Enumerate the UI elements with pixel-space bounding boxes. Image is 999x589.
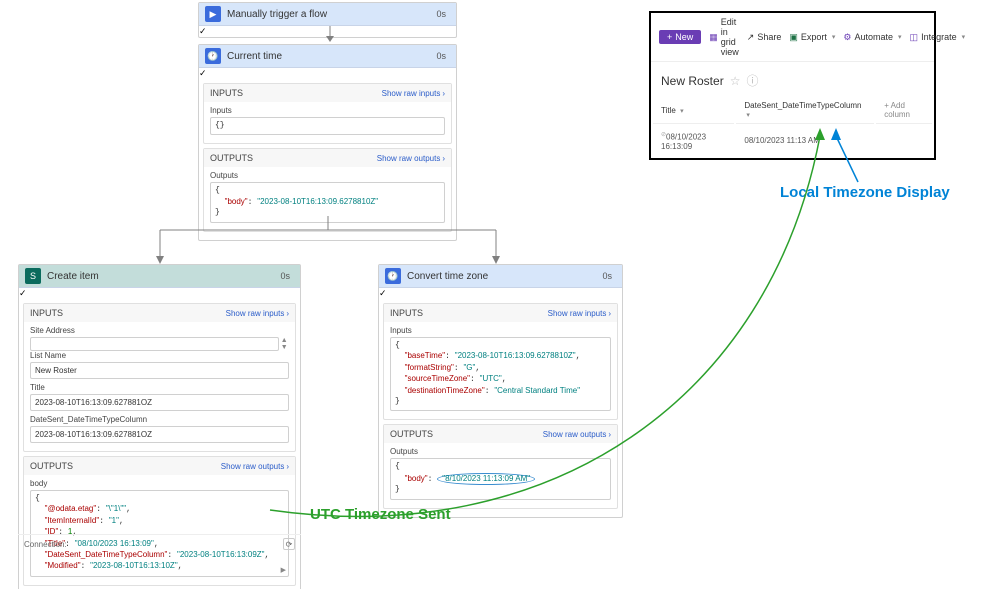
flow-step-convert-timezone[interactable]: 🕐 Convert time zone 0s ✓ INPUTS Show raw…: [378, 264, 623, 518]
inputs-header[interactable]: INPUTS Show raw inputs ›: [384, 304, 617, 322]
outputs-header[interactable]: OUTPUTS Show raw outputs ›: [24, 457, 295, 475]
list-name-label: List Name: [30, 351, 289, 360]
chevron-down-icon: ▾: [680, 108, 684, 115]
raw-outputs-link[interactable]: Show raw outputs ›: [543, 430, 611, 439]
chevron-down-icon: ▾: [962, 33, 966, 41]
connection-footer: Connection:⟳: [18, 534, 301, 553]
datesent-label: DateSent_DateTimeTypeColumn: [30, 415, 289, 424]
step-duration: 0s: [280, 271, 290, 281]
list-title: New Roster ☆ ⓘ: [651, 62, 934, 95]
table-row[interactable]: ⊘08/10/2023 16:13:09 08/10/2023 11:13 AM: [653, 126, 932, 156]
title-value: 2023-08-10T16:13:09.627881OZ: [30, 394, 289, 411]
chevron-down-icon: ▾: [832, 33, 836, 41]
raw-inputs-link[interactable]: Show raw inputs ›: [382, 89, 445, 98]
col-datesent[interactable]: DateSent_DateTimeTypeColumn ▾: [736, 97, 874, 124]
raw-inputs-link[interactable]: Show raw inputs ›: [548, 309, 611, 318]
automate-button[interactable]: ⚙ Automate ▾: [843, 32, 901, 43]
inputs-header[interactable]: INPUTS Show raw inputs ›: [24, 304, 295, 322]
chevron-right-icon: ›: [442, 89, 445, 98]
sharepoint-toolbar: + New ▦ Edit in grid view ↗ Share ▣ Expo…: [651, 13, 934, 62]
chevron-down-icon: ▾: [898, 33, 902, 41]
body-label: body: [30, 479, 289, 488]
inputs-value: {}: [210, 117, 445, 135]
chevron-right-icon: ›: [442, 154, 445, 163]
site-address-label: Site Address: [30, 326, 289, 335]
datesent-value: 2023-08-10T16:13:09.627881OZ: [30, 426, 289, 443]
scroll-icon: ▲▼: [279, 337, 289, 351]
info-icon[interactable]: ⓘ: [746, 72, 758, 89]
highlighted-output: "8/10/2023 11:13:09 AM": [437, 473, 535, 485]
success-icon: ✓: [19, 288, 27, 298]
chevron-down-icon: ▾: [746, 112, 750, 119]
add-column[interactable]: + Add column: [876, 97, 932, 124]
chevron-right-icon: ›: [608, 430, 611, 439]
share-button[interactable]: ↗ Share: [747, 32, 782, 43]
title-label: Title: [30, 383, 289, 392]
step-title: Current time: [227, 51, 436, 62]
inputs-header[interactable]: INPUTS Show raw inputs ›: [204, 84, 451, 102]
step-title: Manually trigger a flow: [227, 9, 436, 20]
outputs-value: { "body": "body": "2023-08-10T16:13:09.6…: [210, 182, 445, 222]
outputs-header[interactable]: OUTPUTS Show raw outputs ›: [384, 425, 617, 443]
annotation-utc-sent: UTC Timezone Sent: [310, 506, 451, 523]
clock-icon: 🕐: [205, 48, 221, 64]
inputs-value: { "baseTime": "2023-08-10T16:13:09.62788…: [390, 337, 611, 411]
chevron-right-icon: ›: [286, 462, 289, 471]
raw-inputs-link[interactable]: Show raw inputs ›: [226, 309, 289, 318]
list-table: Title ▾ DateSent_DateTimeTypeColumn ▾ + …: [651, 95, 934, 158]
site-address-value: [30, 337, 279, 351]
success-icon: ✓: [199, 68, 207, 78]
list-name-value: New Roster: [30, 362, 289, 379]
inputs-label: Inputs: [390, 326, 611, 335]
sharepoint-list-panel: + New ▦ Edit in grid view ↗ Share ▣ Expo…: [649, 11, 936, 160]
refresh-icon[interactable]: ⟳: [283, 538, 295, 550]
step-title: Convert time zone: [407, 271, 602, 282]
success-icon: ✓: [379, 288, 387, 298]
row-datesent: 08/10/2023 11:13 AM: [736, 126, 874, 156]
grid-button[interactable]: ▦ Edit in grid view: [709, 17, 739, 57]
step-duration: 0s: [602, 271, 612, 281]
step-duration: 0s: [436, 51, 446, 61]
outputs-value: { "body": "8/10/2023 11:13:09 AM"}: [390, 458, 611, 499]
outputs-label: Outputs: [210, 171, 445, 180]
integrate-button[interactable]: ◫ Integrate ▾: [910, 32, 966, 43]
new-button[interactable]: + New: [659, 30, 701, 44]
inputs-label: Inputs: [210, 106, 445, 115]
outputs-header[interactable]: OUTPUTS Show raw outputs ›: [204, 149, 451, 167]
scroll-right-icon: ▶: [281, 566, 286, 575]
raw-outputs-link[interactable]: Show raw outputs ›: [377, 154, 445, 163]
step-title: Create item: [47, 271, 280, 282]
success-icon: ✓: [199, 26, 207, 36]
chevron-right-icon: ›: [608, 309, 611, 318]
raw-outputs-link[interactable]: Show raw outputs ›: [221, 462, 289, 471]
trigger-icon: ▶: [205, 6, 221, 22]
clock-icon: 🕐: [385, 268, 401, 284]
outputs-label: Outputs: [390, 447, 611, 456]
step-duration: 0s: [436, 9, 446, 19]
flow-step-trigger[interactable]: ▶ Manually trigger a flow 0s ✓: [198, 2, 457, 38]
chevron-right-icon: ›: [286, 309, 289, 318]
star-icon[interactable]: ☆: [730, 74, 741, 88]
row-title: 08/10/2023 16:13:09: [661, 133, 706, 151]
col-title[interactable]: Title ▾: [653, 97, 734, 124]
flow-step-current-time[interactable]: 🕐 Current time 0s ✓ INPUTS Show raw inpu…: [198, 44, 457, 241]
annotation-local-display: Local Timezone Display: [780, 184, 950, 201]
sharepoint-icon: S: [25, 268, 41, 284]
export-button[interactable]: ▣ Export ▾: [789, 32, 835, 43]
